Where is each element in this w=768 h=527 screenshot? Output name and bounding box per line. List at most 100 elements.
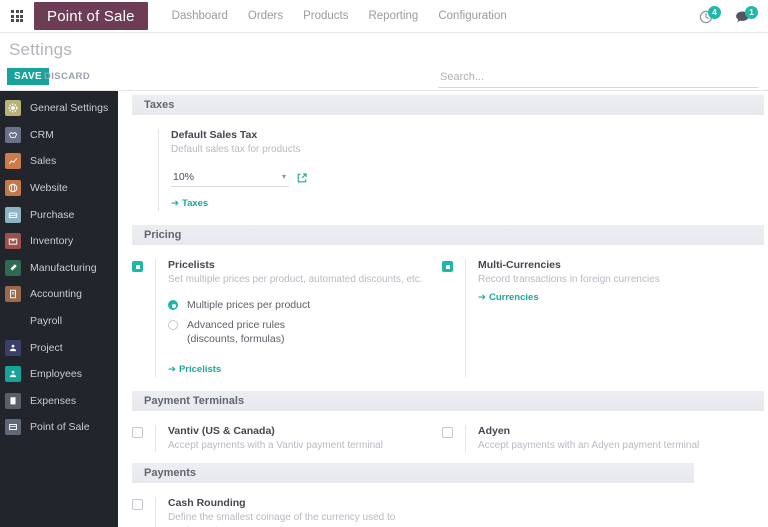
- section-title-taxes: Taxes: [132, 95, 764, 115]
- sidebar-item-accounting[interactable]: Accounting: [0, 281, 118, 308]
- multi-currencies-checkbox[interactable]: [442, 260, 453, 272]
- settings-sidebar: General Settings CRM Sales Website Purch…: [0, 91, 118, 527]
- setting-cash-rounding: Cash Rounding Define the smallest coinag…: [118, 497, 434, 527]
- sidebar-item-website[interactable]: Website: [0, 175, 118, 202]
- cart-icon: [5, 206, 21, 223]
- sidebar-label: Employees: [30, 368, 82, 381]
- sidebar-item-crm[interactable]: CRM: [0, 122, 118, 149]
- radio-label: Advanced price rules: [187, 319, 286, 332]
- sidebar-label: General Settings: [30, 102, 109, 115]
- settings-block-pricing: Pricing Pricelists Set multiple prices p…: [118, 211, 768, 377]
- adyen-checkbox[interactable]: [442, 426, 453, 438]
- sidebar-label: Project: [30, 341, 63, 354]
- nav-item-orders[interactable]: Orders: [248, 10, 283, 22]
- open-tax-record-button[interactable]: [296, 172, 308, 184]
- page-title: Settings: [9, 40, 73, 59]
- arrow-right-icon: ➔: [478, 292, 486, 303]
- external-link-icon: [297, 172, 307, 182]
- setting-default-sales-tax: Default Sales Tax Default sales tax for …: [118, 129, 434, 211]
- setting-title: Multi-Currencies: [478, 258, 561, 271]
- radio-label: Multiple prices per product: [187, 299, 311, 311]
- radio-sublabel: (discounts, formulas): [187, 333, 285, 346]
- badge-icon: [5, 366, 21, 383]
- arrow-right-icon: ➔: [171, 197, 179, 209]
- sidebar-label: Purchase: [30, 208, 75, 221]
- setting-vantiv: Vantiv (US & Canada) Accept payments wit…: [118, 424, 434, 453]
- setting-title: Default Sales Tax: [171, 129, 258, 141]
- main-menu: Dashboard Orders Products Reporting Conf…: [172, 10, 507, 22]
- sidebar-item-purchase[interactable]: Purchase: [0, 201, 118, 228]
- systray: 4 1: [699, 0, 758, 33]
- setting-pricelists: Pricelists Set multiple prices per produ…: [118, 258, 434, 377]
- pricelist-mode-radiogroup: Multiple prices per product Advanced pri…: [168, 298, 434, 347]
- book-icon: [5, 286, 21, 303]
- default-tax-row: 10% ▾: [171, 169, 434, 187]
- sidebar-item-manufacturing[interactable]: Manufacturing: [0, 255, 118, 282]
- search-input[interactable]: [438, 69, 758, 88]
- sidebar-item-general-settings[interactable]: General Settings: [0, 95, 118, 122]
- setting-description: Default sales tax for products: [171, 144, 301, 155]
- sidebar-item-payroll[interactable]: Payroll: [0, 308, 118, 335]
- section-title-payment-terminals: Payment Terminals: [132, 390, 764, 411]
- pricelists-link-label: Pricelists: [178, 363, 222, 375]
- radio-button[interactable]: [168, 300, 178, 310]
- chevron-down-icon: ▾: [281, 172, 286, 181]
- taxes-link-label: Taxes: [181, 197, 209, 209]
- setting-multi-currencies: Multi-Currencies Record transactions in …: [434, 258, 750, 377]
- globe-icon: [5, 180, 21, 197]
- sidebar-label: Website: [30, 182, 68, 195]
- nav-item-reporting[interactable]: Reporting: [368, 10, 418, 22]
- top-navbar: Point of Sale Dashboard Orders Products …: [0, 0, 768, 33]
- control-panel: Settings SAVE DISCARD: [0, 33, 768, 91]
- sidebar-item-employees[interactable]: Employees: [0, 361, 118, 388]
- handshake-icon: [5, 126, 21, 143]
- nav-item-dashboard[interactable]: Dashboard: [172, 10, 228, 22]
- sidebar-item-point-of-sale[interactable]: Point of Sale: [0, 414, 118, 441]
- sidebar-label: Manufacturing: [30, 261, 97, 274]
- setting-description: Record transactions in foreign currencie…: [478, 273, 660, 285]
- setting-description: Accept payments with a Vantiv payment te…: [168, 439, 383, 451]
- apps-grid-icon[interactable]: [0, 0, 34, 33]
- sidebar-item-sales[interactable]: Sales: [0, 148, 118, 175]
- grid-apps-icon: [11, 10, 23, 22]
- receipt-icon: [5, 392, 21, 409]
- sidebar-item-inventory[interactable]: Inventory: [0, 228, 118, 255]
- sidebar-item-project[interactable]: Project: [0, 334, 118, 361]
- people-icon: [5, 339, 21, 356]
- section-title-payments: Payments: [132, 463, 694, 484]
- gear-icon: [5, 100, 21, 117]
- activity-count-badge: 4: [708, 6, 721, 19]
- taxes-link[interactable]: ➔ Taxes: [171, 198, 208, 209]
- save-button[interactable]: SAVE: [7, 68, 50, 85]
- settings-content: Taxes Default Sales Tax Default sales ta…: [118, 91, 768, 527]
- discard-button[interactable]: DISCARD: [44, 71, 90, 82]
- setting-description: Accept payments with an Adyen payment te…: [478, 439, 700, 451]
- cash-rounding-checkbox[interactable]: [132, 499, 143, 511]
- sidebar-item-expenses[interactable]: Expenses: [0, 388, 118, 415]
- pricelists-checkbox[interactable]: [132, 260, 143, 272]
- register-icon: [5, 419, 21, 436]
- setting-title: Adyen: [478, 424, 511, 437]
- arrow-right-icon: ➔: [168, 363, 176, 375]
- currencies-link-label: Currencies: [488, 292, 539, 303]
- activity-menu[interactable]: 4: [699, 6, 721, 24]
- settings-block-payment-terminals: Payment Terminals Vantiv (US & Canada) A…: [118, 377, 768, 453]
- radio-button[interactable]: [168, 320, 178, 331]
- messaging-menu[interactable]: 1: [735, 6, 758, 24]
- nav-item-products[interactable]: Products: [303, 10, 348, 22]
- brand-title[interactable]: Point of Sale: [34, 2, 148, 30]
- setting-description: Set multiple prices per product, automat…: [168, 273, 423, 285]
- settings-block-taxes: Taxes Default Sales Tax Default sales ta…: [118, 91, 768, 211]
- nav-item-configuration[interactable]: Configuration: [438, 10, 506, 22]
- radio-advanced-rules[interactable]: Advanced price rules (discounts, formula…: [168, 318, 434, 346]
- pricelists-link[interactable]: ➔ Pricelists: [168, 364, 221, 375]
- radio-multiple-prices[interactable]: Multiple prices per product: [168, 298, 434, 312]
- payroll-icon-placeholder: [5, 313, 21, 329]
- currencies-link[interactable]: ➔ Currencies: [478, 292, 539, 303]
- section-title-pricing: Pricing: [132, 224, 764, 245]
- sidebar-label: Accounting: [30, 288, 82, 301]
- messages-count-badge: 1: [745, 6, 758, 19]
- default-sales-tax-select[interactable]: 10% ▾: [171, 169, 289, 187]
- vantiv-checkbox[interactable]: [132, 426, 143, 438]
- chart-line-icon: [5, 153, 21, 170]
